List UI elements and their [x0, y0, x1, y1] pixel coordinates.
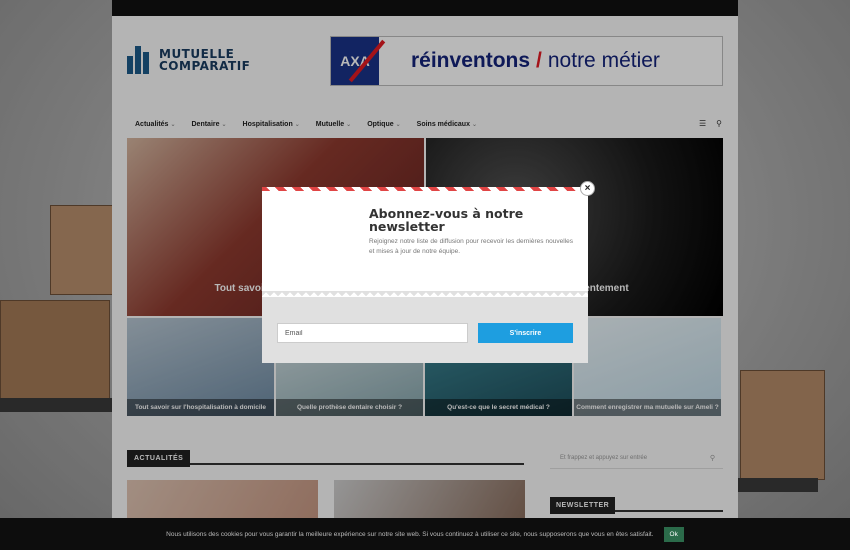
cookie-text: Nous utilisons des cookies pour vous gar…	[166, 530, 654, 538]
cookie-bar: Nous utilisons des cookies pour vous gar…	[0, 518, 850, 550]
subscribe-button[interactable]: S'inscrire	[478, 323, 573, 343]
popup-form-area: S'inscrire	[262, 291, 588, 363]
close-icon[interactable]: ×	[580, 181, 595, 196]
email-field[interactable]	[277, 323, 468, 343]
cookie-ok-button[interactable]: Ok	[663, 526, 684, 542]
popup-description: Rejoignez notre liste de diffusion pour …	[369, 238, 573, 255]
popup-stripe-border	[262, 187, 588, 191]
popup-title: Abonnez-vous à notre newsletter	[369, 206, 524, 234]
newsletter-popup: Abonnez-vous à notre newsletter Rejoigne…	[262, 187, 588, 363]
zigzag-edge	[262, 291, 588, 297]
